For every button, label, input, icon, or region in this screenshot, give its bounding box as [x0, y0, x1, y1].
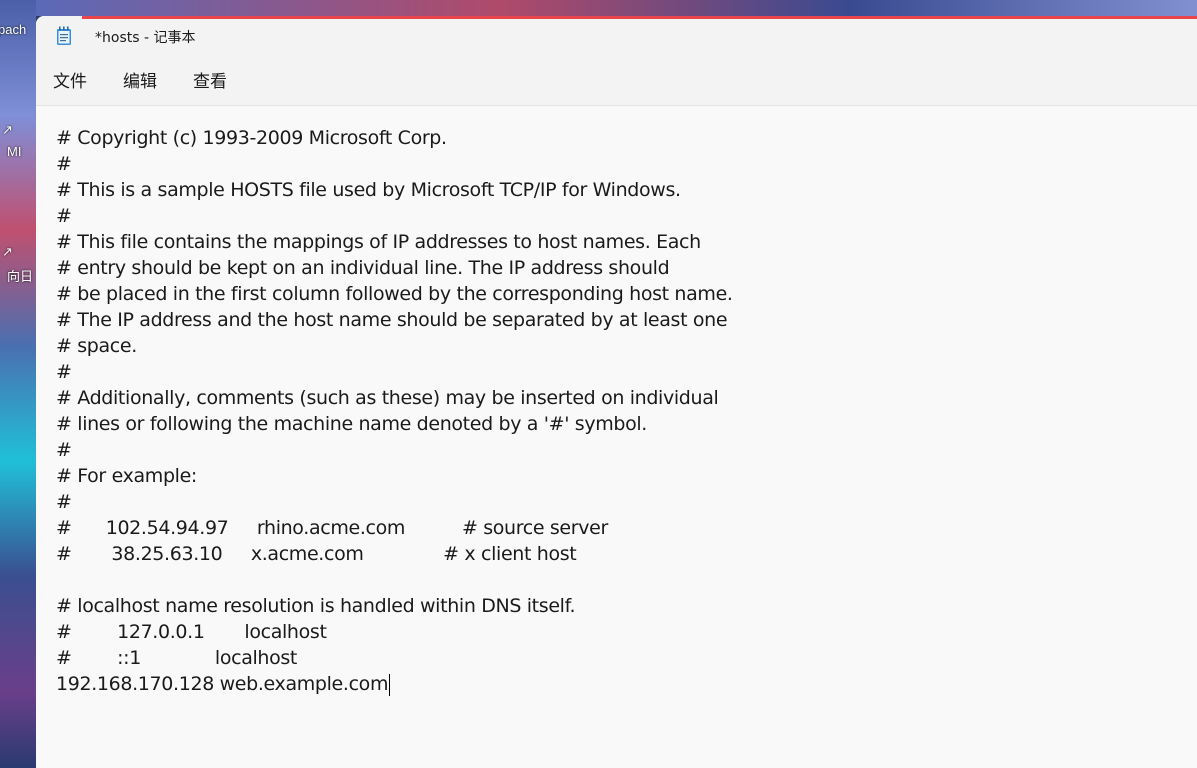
- text-line: #: [56, 439, 72, 461]
- menu-file[interactable]: 文件: [53, 70, 87, 94]
- text-line: #: [56, 205, 72, 227]
- text-line: #: [56, 361, 72, 383]
- text-line-current: 192.168.170.128 web.example.com: [56, 671, 1197, 697]
- text-line: # Additionally, comments (such as these)…: [56, 387, 719, 409]
- desktop-label: pach: [0, 22, 27, 37]
- text-editor[interactable]: # Copyright (c) 1993-2009 Microsoft Corp…: [36, 107, 1197, 768]
- text-line: # entry should be kept on an individual …: [56, 257, 670, 279]
- desktop-label: MI: [7, 144, 22, 159]
- text-line: # For example:: [56, 465, 197, 487]
- shortcut-arrow-icon: ↗: [2, 123, 13, 138]
- text-line: # be placed in the first column followed…: [56, 283, 733, 305]
- notepad-icon: [57, 26, 71, 45]
- menu-edit[interactable]: 编辑: [123, 70, 157, 94]
- text-caret: [389, 673, 391, 696]
- window-title: *hosts - 记事本: [95, 30, 196, 46]
- text-line: #: [56, 491, 72, 513]
- menu-bar: 文件 编辑 查看: [36, 56, 1197, 106]
- text-line: # The IP address and the host name shoul…: [56, 309, 728, 331]
- text-line: # 102.54.94.97 rhino.acme.com # source s…: [56, 517, 608, 539]
- notepad-window: *hosts - 记事本 文件 编辑 查看 # Copyright (c) 19…: [36, 16, 1197, 768]
- desktop-background-top: [36, 0, 1197, 16]
- desktop-background: pach ↗ MI ↗ 向日: [0, 0, 36, 768]
- text-line: # localhost name resolution is handled w…: [56, 595, 576, 617]
- text-line: # This is a sample HOSTS file used by Mi…: [56, 179, 681, 201]
- accent-bar: [82, 16, 1197, 19]
- text-line: # ::1 localhost: [56, 647, 298, 669]
- text-line: # Copyright (c) 1993-2009 Microsoft Corp…: [56, 127, 447, 149]
- text-line: [56, 567, 1197, 593]
- desktop-label: 向日: [7, 269, 34, 284]
- text-line: # 38.25.63.10 x.acme.com # x client host: [56, 543, 577, 565]
- text-line: # space.: [56, 335, 137, 357]
- text-line: # 127.0.0.1 localhost: [56, 621, 327, 643]
- current-line-text: 192.168.170.128 web.example.com: [56, 673, 389, 695]
- shortcut-arrow-icon: ↗: [2, 245, 13, 260]
- text-line: #: [56, 153, 72, 175]
- title-bar[interactable]: *hosts - 记事本: [36, 16, 1197, 56]
- text-line: # lines or following the machine name de…: [56, 413, 647, 435]
- menu-view[interactable]: 查看: [193, 70, 227, 94]
- text-line: # This file contains the mappings of IP …: [56, 231, 701, 253]
